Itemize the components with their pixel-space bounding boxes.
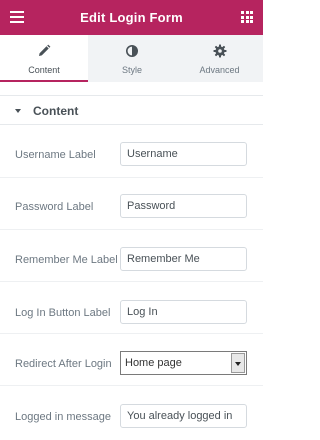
password-label-input[interactable] [120, 194, 247, 218]
field-username-row: Username Label [0, 126, 263, 178]
section-content-header[interactable]: Content [0, 95, 263, 125]
panel-title: Edit Login Form [80, 10, 183, 25]
panel-header: Edit Login Form [0, 0, 263, 35]
field-login-button-row: Log In Button Label [0, 282, 263, 334]
section-spacer [0, 82, 263, 95]
chevron-down-icon [235, 362, 241, 366]
pencil-icon [39, 44, 51, 56]
field-remember-row: Remember Me Label [0, 230, 263, 282]
field-password-row: Password Label [0, 178, 263, 230]
field-logged-in-row: Logged in message [0, 386, 263, 438]
field-username-label: Username Label [15, 149, 96, 161]
redirect-select-value: Home page [125, 357, 182, 369]
login-button-label-input[interactable] [120, 300, 247, 324]
field-redirect-row: Redirect After Login Home page [0, 334, 263, 386]
tab-content[interactable]: Content [0, 35, 88, 82]
field-redirect-label: Redirect After Login [15, 358, 112, 370]
logged-in-message-input[interactable] [120, 404, 247, 428]
tab-style[interactable]: Style [88, 35, 176, 82]
field-remember-label: Remember Me Label [15, 254, 118, 266]
username-label-input[interactable] [120, 142, 247, 166]
half-circle-icon [126, 45, 138, 57]
caret-down-icon [15, 109, 21, 113]
tab-style-label: Style [121, 65, 142, 75]
select-dropdown-button[interactable] [231, 353, 245, 373]
field-password-label: Password Label [15, 201, 94, 213]
grid-icon[interactable] [241, 11, 253, 23]
tab-advanced-label: Advanced [199, 65, 240, 75]
redirect-select[interactable]: Home page [120, 351, 247, 375]
tab-content-label: Content [28, 65, 60, 75]
field-logged-in-label: Logged in message [15, 411, 112, 423]
panel-tabs: Content Style Advanced [0, 35, 263, 82]
remember-me-label-input[interactable] [120, 247, 247, 271]
gear-icon [213, 44, 226, 58]
section-title: Content [33, 104, 79, 118]
field-login-button-label: Log In Button Label [15, 307, 111, 319]
tab-advanced[interactable]: Advanced [176, 35, 263, 82]
